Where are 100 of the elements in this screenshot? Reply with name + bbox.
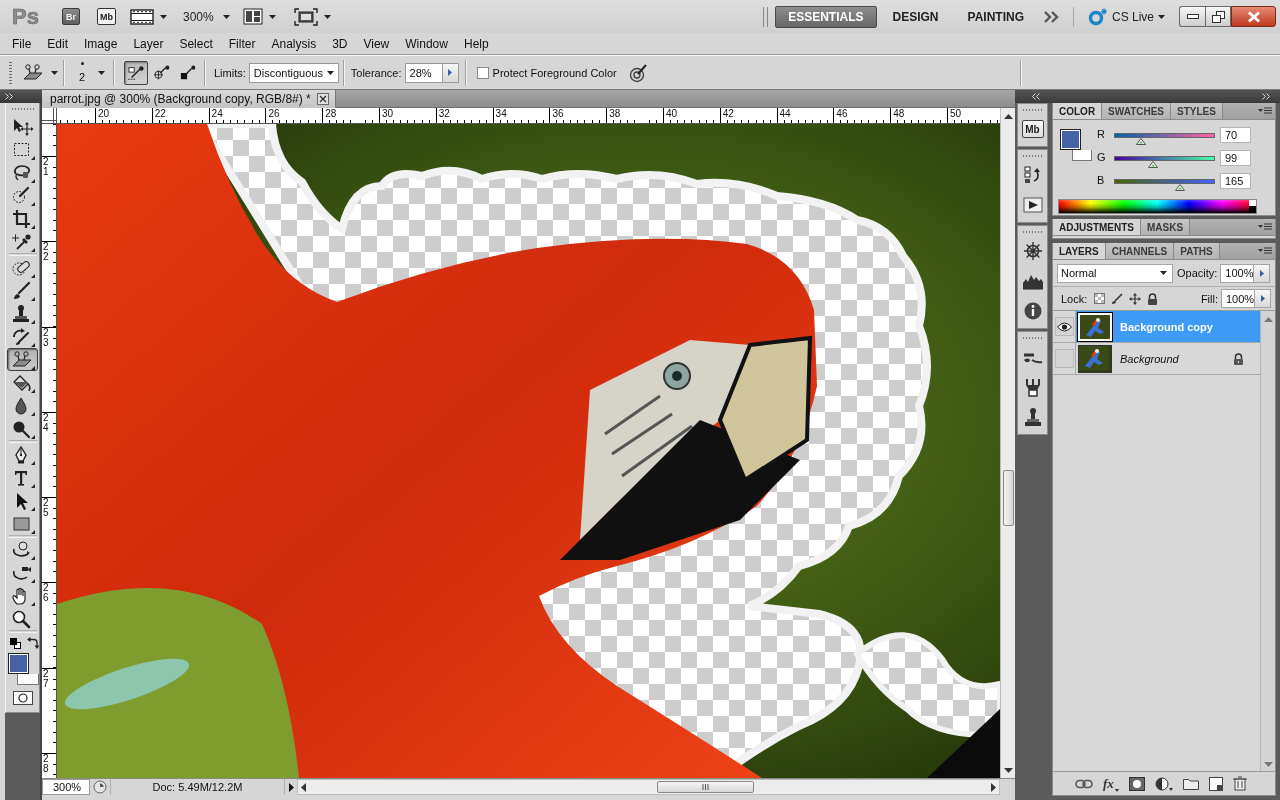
play-icon[interactable] <box>1021 195 1044 215</box>
minimize-button[interactable] <box>1179 6 1205 27</box>
slider-thumb[interactable] <box>1148 161 1159 168</box>
menu-item[interactable]: File <box>4 33 40 54</box>
triangle-right-icon[interactable] <box>288 782 294 792</box>
menu-item[interactable]: Edit <box>39 33 77 54</box>
mini-bridge-button[interactable]: Mb <box>97 8 116 25</box>
vertical-scrollbar[interactable] <box>1000 108 1015 778</box>
left-arrow-icon[interactable] <box>301 782 306 792</box>
close-icon[interactable] <box>316 93 329 105</box>
zoom-field[interactable]: 300% <box>42 779 90 795</box>
layer-style-button[interactable]: fx <box>1103 775 1119 792</box>
menu-item[interactable]: 3D <box>324 33 356 54</box>
expand-icon[interactable] <box>1262 93 1270 100</box>
mini-bridge-button[interactable]: Mb <box>1021 120 1044 138</box>
panel-tab[interactable]: STYLES <box>1171 103 1223 119</box>
checker-icon[interactable] <box>1094 293 1106 304</box>
background-color-swatch[interactable] <box>1072 150 1092 161</box>
panel-tab[interactable]: CHANNELS <box>1105 243 1175 259</box>
workspace-button[interactable]: ESSENTIALS <box>775 5 877 28</box>
background-color-swatch[interactable] <box>17 674 39 685</box>
tolerance-field[interactable]: 28% <box>404 62 443 83</box>
link-icon[interactable] <box>1075 778 1093 789</box>
swap-colors-icon[interactable] <box>26 637 39 649</box>
foreground-color-swatch[interactable] <box>8 653 29 674</box>
trash-icon[interactable] <box>1232 776 1247 791</box>
menu-item[interactable]: Layer <box>125 33 172 54</box>
channel-value-field[interactable]: 165 <box>1220 173 1251 189</box>
protect-foreground-checkbox[interactable] <box>476 66 489 79</box>
horizontal-scrollbar[interactable] <box>297 779 1000 795</box>
fill-slider-button[interactable] <box>1255 289 1271 308</box>
panel-menu-icon[interactable] <box>1258 223 1272 231</box>
toolbar-grip[interactable] <box>9 61 12 84</box>
collapse-icon[interactable] <box>1032 93 1040 100</box>
menu-item[interactable]: Analysis <box>263 33 325 54</box>
color-spectrum[interactable] <box>1058 199 1257 214</box>
folder-icon[interactable] <box>1182 777 1199 790</box>
close-button[interactable] <box>1231 6 1276 27</box>
zoom-level-dropdown[interactable]: 300% <box>183 5 230 28</box>
brush-picker[interactable]: 2 <box>75 62 105 83</box>
right-arrow-icon[interactable] <box>991 782 996 792</box>
default-colors-icon[interactable] <box>9 637 21 649</box>
panel-tab[interactable]: LAYERS <box>1053 243 1106 259</box>
expand-icon[interactable] <box>5 93 13 100</box>
channel-value-field[interactable]: 99 <box>1220 150 1251 166</box>
blend-mode-dropdown[interactable]: Normal <box>1057 263 1173 283</box>
down-arrow-icon[interactable] <box>1003 768 1013 773</box>
menu-item[interactable]: Filter <box>220 33 264 54</box>
up-arrow-icon[interactable] <box>1003 113 1013 119</box>
panel-menu-icon[interactable] <box>1258 107 1272 115</box>
layer-row[interactable]: Background <box>1076 343 1260 374</box>
status-clock-icon[interactable] <box>93 780 107 794</box>
restore-button[interactable] <box>1205 6 1231 27</box>
menu-item[interactable]: Help <box>455 33 497 54</box>
menu-item[interactable]: View <box>355 33 398 54</box>
ship-wheel-icon[interactable] <box>1021 241 1044 261</box>
lock-icon[interactable] <box>1147 292 1159 305</box>
document-tab[interactable]: parrot.jpg @ 300% (Background copy, RGB/8#) * <box>42 90 336 108</box>
panel-tab[interactable]: ADJUSTMENTS <box>1053 219 1141 235</box>
workspace-button[interactable]: PAINTING <box>954 5 1037 28</box>
ruler-origin[interactable] <box>42 108 57 124</box>
workspace-button[interactable]: DESIGN <box>879 5 952 28</box>
arrange-documents-button[interactable] <box>242 5 276 28</box>
bridge-button[interactable]: Br <box>62 8 80 25</box>
menu-item[interactable]: Window <box>397 33 456 54</box>
visibility-toggle[interactable] <box>1054 349 1074 368</box>
mask-icon[interactable] <box>1128 776 1145 791</box>
menu-item[interactable]: Select <box>171 33 221 54</box>
panel-tab[interactable]: PATHS <box>1174 243 1220 259</box>
scrollbar-thumb[interactable] <box>657 781 754 793</box>
color-slider[interactable] <box>1114 133 1215 145</box>
menu-item[interactable]: Image <box>76 33 126 54</box>
background-eraser-tool[interactable] <box>7 348 38 371</box>
cs-live-menu[interactable]: CS Live <box>1087 7 1165 26</box>
adjustment-icon[interactable] <box>1154 776 1173 791</box>
quick-mask-icon[interactable] <box>12 691 33 705</box>
color-slider[interactable] <box>1114 156 1215 168</box>
opacity-field[interactable]: 100% <box>1220 263 1255 283</box>
fill-field[interactable]: 100% <box>1221 289 1255 308</box>
opacity-slider-button[interactable] <box>1254 263 1271 283</box>
color-slider[interactable] <box>1114 179 1215 191</box>
panel-tab[interactable]: SWATCHES <box>1102 103 1172 119</box>
panel-tab[interactable]: COLOR <box>1053 103 1103 119</box>
slider-thumb[interactable] <box>1174 184 1185 191</box>
visibility-toggle[interactable] <box>1054 317 1074 336</box>
new-layer-icon[interactable] <box>1208 776 1223 791</box>
double-chevron-icon[interactable] <box>1043 10 1059 23</box>
limits-dropdown[interactable]: Discontiguous <box>248 62 339 83</box>
channel-value-field[interactable]: 70 <box>1220 127 1251 143</box>
panel-menu-icon[interactable] <box>1258 247 1272 255</box>
brush-icon[interactable] <box>1111 292 1124 305</box>
scrollbar-thumb[interactable] <box>1002 470 1014 526</box>
pressure-target-icon[interactable] <box>628 62 649 83</box>
sampling-button[interactable] <box>124 60 148 85</box>
app-logo: Ps <box>12 4 38 29</box>
screen-mode-button[interactable] <box>293 5 331 28</box>
foreground-color-swatch[interactable] <box>1060 129 1081 150</box>
slider-thumb[interactable] <box>1136 138 1147 145</box>
panel-tab[interactable]: MASKS <box>1141 219 1191 235</box>
move-cross-icon[interactable] <box>1129 292 1142 305</box>
